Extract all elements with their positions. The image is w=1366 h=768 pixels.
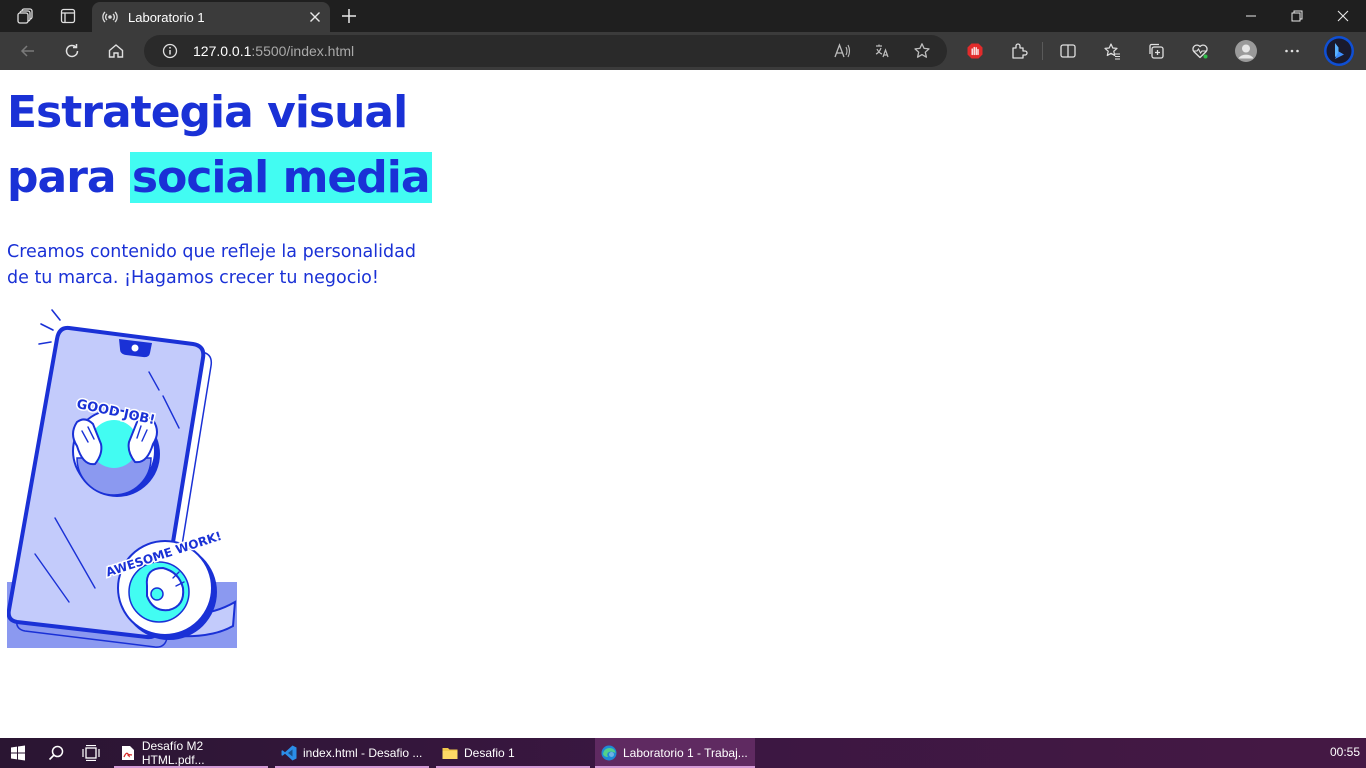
search-icon: [48, 745, 64, 761]
refresh-icon[interactable]: [59, 39, 85, 63]
taskbar-item-edge[interactable]: Laboratorio 1 - Trabaj...: [595, 738, 755, 768]
system-clock[interactable]: 00:55: [1330, 745, 1360, 759]
taskbar-item-label: Laboratorio 1 - Trabaj...: [623, 746, 748, 760]
taskbar-item-pdf[interactable]: Desafío M2 HTML.pdf...: [114, 738, 268, 768]
toolbar-divider: [1041, 41, 1043, 61]
browser-essentials-icon[interactable]: [1190, 41, 1210, 61]
vscode-icon: [281, 745, 297, 761]
minimize-icon[interactable]: [1228, 0, 1274, 32]
tab-actions-icon[interactable]: [54, 4, 82, 28]
favorite-star-icon[interactable]: [912, 41, 932, 61]
pdf-icon: [120, 745, 136, 761]
workspaces-icon[interactable]: [12, 4, 40, 28]
back-icon[interactable]: [15, 39, 41, 63]
search-button[interactable]: [44, 738, 68, 768]
taskbar-item-explorer[interactable]: Desafio 1: [436, 738, 590, 768]
page-viewport: Estrategia visual para social media Crea…: [0, 70, 1366, 738]
good-job-sticker: GOOD JOB!: [72, 395, 160, 497]
start-button[interactable]: [6, 738, 30, 768]
hero-headline: Estrategia visual para social media: [7, 80, 477, 210]
adblock-icon[interactable]: [965, 41, 985, 61]
home-icon[interactable]: [103, 39, 129, 63]
headline-part-1: Estrategia visual: [7, 87, 408, 138]
bing-copilot-icon[interactable]: [1322, 34, 1356, 68]
browser-tab-bar: Laboratorio 1: [0, 0, 1366, 32]
url-text: 127.0.0.1:5500/index.html: [193, 43, 355, 59]
tab-active[interactable]: Laboratorio 1: [92, 2, 330, 32]
headline-part-2: para: [7, 152, 117, 203]
new-tab-icon[interactable]: [338, 5, 360, 27]
address-bar[interactable]: 127.0.0.1:5500/index.html: [144, 35, 947, 67]
translate-icon[interactable]: [872, 41, 892, 61]
taskbar-item-label: index.html - Desafio ...: [303, 746, 423, 760]
task-view-icon: [82, 745, 100, 761]
taskbar-item-vscode[interactable]: index.html - Desafio ...: [275, 738, 429, 768]
taskbar-item-label: Desafio 1: [464, 746, 515, 760]
windows-logo-icon: [11, 745, 25, 761]
hero-subtitle: Creamos contenido que refleje la persona…: [7, 242, 416, 288]
restore-icon[interactable]: [1274, 0, 1320, 32]
phone-illustration: GOOD JOB! AWESOME WORK!: [7, 309, 237, 648]
broadcast-icon: [102, 11, 118, 23]
browser-toolbar: 127.0.0.1:5500/index.html: [0, 32, 1366, 70]
profile-avatar-icon[interactable]: [1234, 39, 1258, 63]
task-view-button[interactable]: [79, 738, 103, 768]
extensions-icon[interactable]: [1009, 41, 1029, 61]
folder-icon: [442, 745, 458, 761]
favorites-icon[interactable]: [1102, 41, 1122, 61]
windows-taskbar: Desafío M2 HTML.pdf... index.html - Desa…: [0, 738, 1366, 768]
collections-icon[interactable]: [1146, 41, 1166, 61]
taskbar-item-label: Desafío M2 HTML.pdf...: [141, 739, 205, 767]
more-options-icon[interactable]: [1282, 41, 1302, 61]
edge-icon: [601, 745, 617, 761]
headline-highlight: social media: [129, 152, 432, 203]
read-aloud-icon[interactable]: [832, 41, 852, 61]
tab-title: Laboratorio 1: [128, 9, 205, 25]
close-tab-icon[interactable]: [306, 8, 324, 26]
close-window-icon[interactable]: [1320, 0, 1366, 32]
site-info-icon[interactable]: [162, 43, 178, 59]
split-screen-icon[interactable]: [1058, 41, 1078, 61]
